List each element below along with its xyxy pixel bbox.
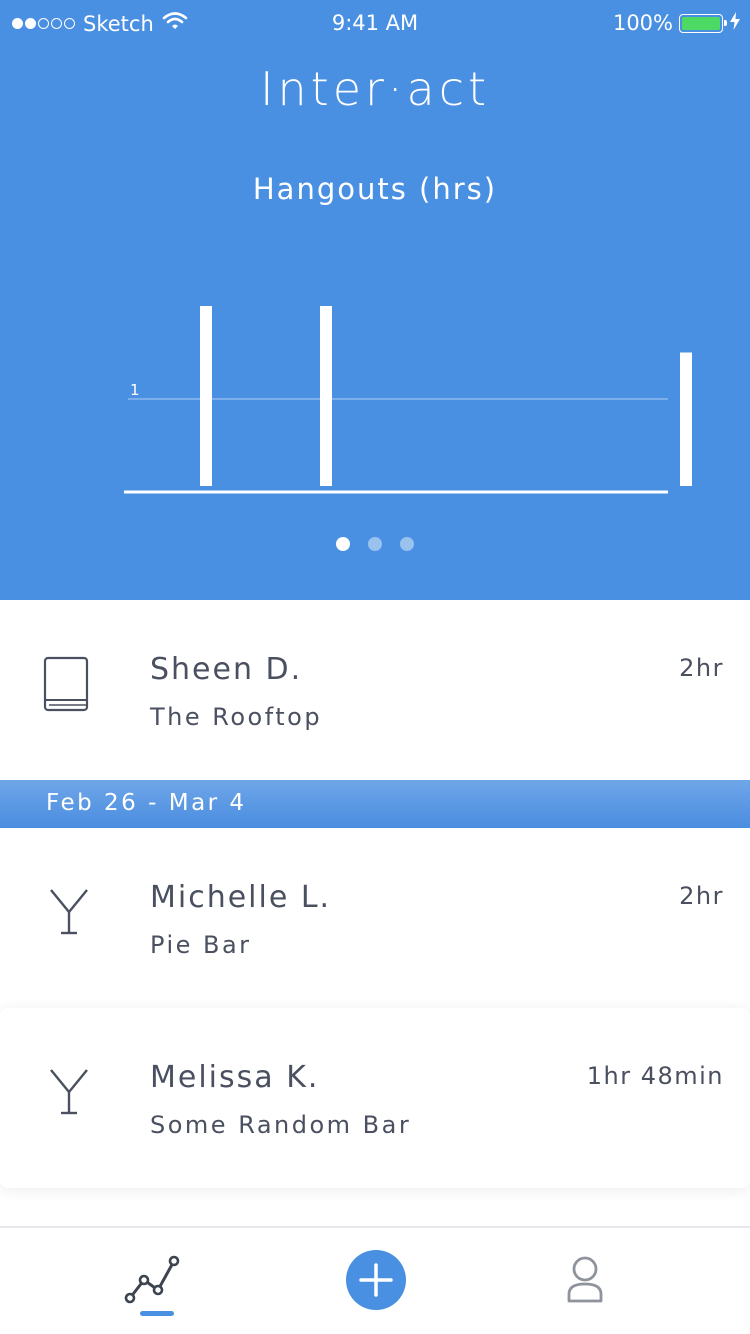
- tab-bar: [0, 1226, 750, 1334]
- cocktail-icon: [50, 889, 88, 935]
- hangouts-chart: 1: [124, 306, 692, 494]
- tab-profile[interactable]: [556, 1228, 616, 1334]
- hangout-place: The Rooftop: [150, 703, 323, 731]
- chart-bar[interactable]: [200, 306, 212, 486]
- chart-bar[interactable]: [680, 352, 692, 487]
- contact-name: Sheen D.: [150, 652, 303, 687]
- page-indicator[interactable]: [0, 537, 750, 551]
- hangout-duration: 2hr: [679, 882, 724, 910]
- contact-name: Michelle L.: [150, 880, 332, 915]
- date-range: Feb 26 - Mar 4: [46, 790, 247, 816]
- y-tick-label: 1: [130, 381, 140, 399]
- date-section-header: Feb 26 - Mar 4: [0, 780, 750, 828]
- hangout-duration: 1hr 48min: [586, 1062, 724, 1090]
- hangout-duration: 2hr: [679, 654, 724, 682]
- plus-circle-icon: [346, 1250, 406, 1310]
- page-dot[interactable]: [400, 537, 414, 551]
- user-icon: [567, 1256, 603, 1303]
- contact-name: Melissa K.: [150, 1060, 320, 1095]
- page-dot[interactable]: [368, 537, 382, 551]
- list-item[interactable]: Michelle L. Pie Bar 2hr: [0, 828, 750, 1008]
- active-tab-indicator: [140, 1311, 174, 1316]
- add-hangout-button[interactable]: [344, 1228, 408, 1334]
- cocktail-icon: [50, 1069, 88, 1115]
- hangout-place: Some Random Bar: [150, 1111, 412, 1139]
- tab-stats[interactable]: [118, 1228, 188, 1334]
- chart-line-icon: [124, 1255, 180, 1304]
- hangout-place: Pie Bar: [150, 931, 252, 959]
- chart-bar[interactable]: [320, 306, 332, 486]
- page-dot[interactable]: [336, 537, 350, 551]
- list-item[interactable]: Sheen D. The Rooftop 2hr: [0, 600, 750, 780]
- list-item[interactable]: Melissa K. Some Random Bar 1hr 48min: [0, 1008, 750, 1188]
- book-icon: [43, 656, 89, 712]
- header: Sketch 9:41 AM 100% Inter·act Hangouts (…: [0, 0, 750, 600]
